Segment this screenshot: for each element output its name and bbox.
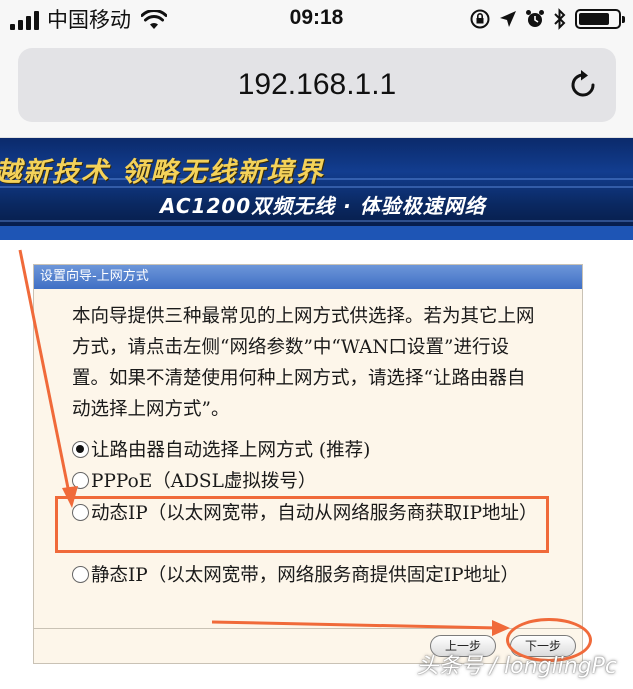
watermark: 头条号 / longlingPc — [416, 654, 617, 679]
annotation-arrows — [18, 249, 510, 636]
